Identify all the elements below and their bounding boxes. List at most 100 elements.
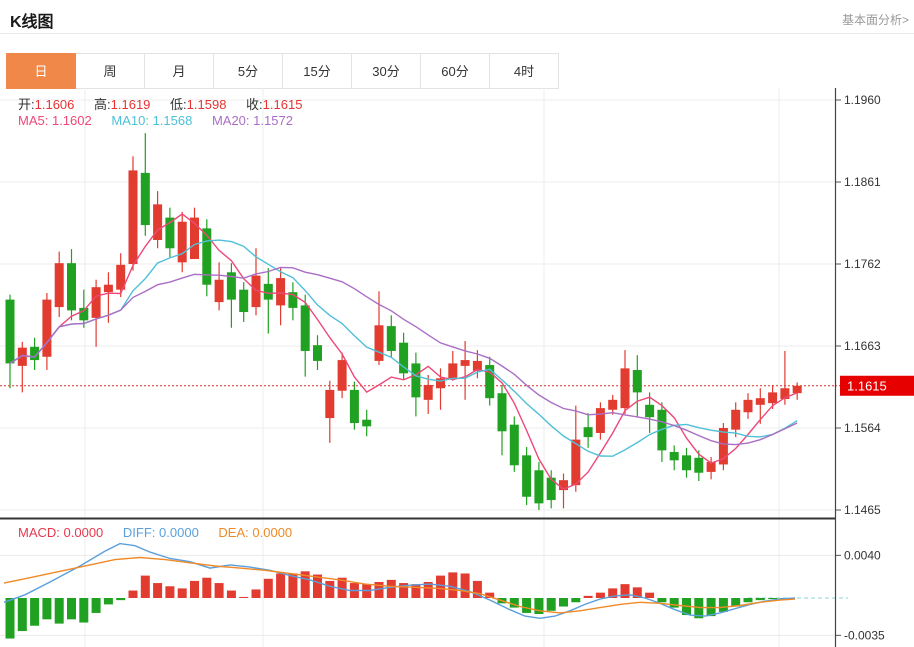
- candle-body[interactable]: [461, 360, 470, 366]
- candle-body[interactable]: [694, 458, 703, 473]
- price-tick-label: 1.1663: [844, 339, 881, 353]
- macd-bar: [239, 597, 248, 598]
- tab-5分[interactable]: 5分: [213, 53, 283, 89]
- ma5-label: MA5:: [18, 113, 48, 128]
- macd-tick-label: 0.0040: [844, 548, 881, 562]
- candle-body[interactable]: [202, 228, 211, 284]
- macd-bar: [79, 598, 88, 623]
- candle-body[interactable]: [534, 470, 543, 503]
- macd-bar: [18, 598, 27, 631]
- macd-bar: [92, 598, 101, 613]
- candle-body[interactable]: [55, 263, 64, 307]
- tab-月[interactable]: 月: [144, 53, 214, 89]
- candle-body[interactable]: [264, 284, 273, 300]
- macd-bar: [559, 598, 568, 607]
- candle-body[interactable]: [215, 280, 224, 302]
- candle-body[interactable]: [129, 170, 138, 264]
- candle-body[interactable]: [584, 427, 593, 437]
- macd-label: MACD:: [18, 525, 60, 540]
- macd-bar: [436, 576, 445, 598]
- macd-bar: [227, 591, 236, 598]
- macd-bar: [116, 598, 125, 600]
- tab-日[interactable]: 日: [6, 53, 76, 89]
- ma10-label: MA10:: [111, 113, 149, 128]
- candle-body[interactable]: [239, 290, 248, 312]
- candle-body[interactable]: [325, 390, 334, 418]
- candle-body[interactable]: [92, 287, 101, 318]
- close-label: 收:: [246, 97, 263, 112]
- high-label: 高:: [94, 97, 111, 112]
- candle-body[interactable]: [793, 386, 802, 393]
- candle-body[interactable]: [6, 300, 15, 364]
- macd-bar: [30, 598, 39, 626]
- kline-page: K线图 基本面分析> 日周月5分15分30分60分4时 1.19601.1861…: [0, 0, 914, 647]
- candle-body[interactable]: [276, 278, 285, 305]
- timeframe-tab-bar: 日周月5分15分30分60分4时: [7, 53, 559, 89]
- candle-body[interactable]: [768, 392, 777, 403]
- macd-tick-label: -0.0035: [844, 628, 885, 642]
- candle-body[interactable]: [448, 363, 457, 378]
- candle-body[interactable]: [621, 368, 630, 408]
- macd-bar: [522, 598, 531, 613]
- dea-label: DEA:: [218, 525, 248, 540]
- candle-body[interactable]: [645, 405, 654, 417]
- tab-30分[interactable]: 30分: [351, 53, 421, 89]
- macd-legend: MACD: 0.0000 DIFF: 0.0000 DEA: 0.0000: [18, 525, 308, 540]
- tab-15分[interactable]: 15分: [282, 53, 352, 89]
- candlestick-macd-chart[interactable]: 1.19601.18611.17621.16631.15641.14651.16…: [0, 88, 914, 647]
- diff-label: DIFF:: [123, 525, 156, 540]
- chart-area: 1.19601.18611.17621.16631.15641.14651.16…: [0, 88, 914, 647]
- candle-body[interactable]: [411, 363, 420, 397]
- tab-60分[interactable]: 60分: [420, 53, 490, 89]
- macd-bar: [67, 598, 76, 619]
- candle-body[interactable]: [141, 173, 150, 225]
- close-value: 1.1615: [263, 97, 303, 112]
- candle-body[interactable]: [756, 398, 765, 405]
- candle-body[interactable]: [42, 300, 51, 357]
- macd-bar: [202, 578, 211, 598]
- candle-body[interactable]: [633, 370, 642, 392]
- tab-周[interactable]: 周: [75, 53, 145, 89]
- macd-bar: [6, 598, 15, 639]
- macd-bar: [215, 583, 224, 598]
- candle-body[interactable]: [387, 326, 396, 351]
- candle-body[interactable]: [362, 420, 371, 427]
- header-divider: [0, 33, 914, 34]
- candle-body[interactable]: [338, 360, 347, 391]
- macd-bar: [325, 581, 334, 598]
- candle-body[interactable]: [608, 400, 617, 410]
- candle-body[interactable]: [178, 222, 187, 263]
- fundamental-analysis-link[interactable]: 基本面分析>: [842, 11, 909, 28]
- ma-legend: MA5: 1.1602 MA10: 1.1568 MA20: 1.1572: [18, 113, 309, 128]
- candle-body[interactable]: [67, 263, 76, 310]
- macd-bar: [55, 598, 64, 624]
- candle-body[interactable]: [744, 400, 753, 412]
- tab-4时[interactable]: 4时: [489, 53, 559, 89]
- candle-body[interactable]: [350, 390, 359, 423]
- candle-body[interactable]: [682, 455, 691, 470]
- ma20-label: MA20:: [212, 113, 250, 128]
- candle-body[interactable]: [571, 440, 580, 486]
- candle-body[interactable]: [424, 385, 433, 400]
- candle-body[interactable]: [510, 425, 519, 466]
- macd-bar: [461, 573, 470, 598]
- candle-body[interactable]: [104, 285, 113, 292]
- macd-bar: [252, 589, 261, 598]
- candle-body[interactable]: [498, 393, 507, 431]
- candle-body[interactable]: [313, 345, 322, 361]
- ma10-value: 1.1568: [153, 113, 193, 128]
- candle-body[interactable]: [731, 410, 740, 430]
- candle-body[interactable]: [670, 452, 679, 460]
- ohlc-legend: 开:1.1606 高:1.1619 低:1.1598 收:1.1615: [18, 94, 318, 113]
- candle-body[interactable]: [522, 455, 531, 496]
- high-value: 1.1619: [111, 97, 151, 112]
- candles-group[interactable]: [6, 133, 802, 510]
- candle-body[interactable]: [596, 408, 605, 433]
- macd-bar: [165, 586, 174, 598]
- macd-value: 0.0000: [64, 525, 104, 540]
- macd-bar: [411, 584, 420, 598]
- ma5-value: 1.1602: [52, 113, 92, 128]
- candle-body[interactable]: [301, 305, 310, 351]
- macd-bar: [190, 581, 199, 598]
- candle-body[interactable]: [375, 325, 384, 361]
